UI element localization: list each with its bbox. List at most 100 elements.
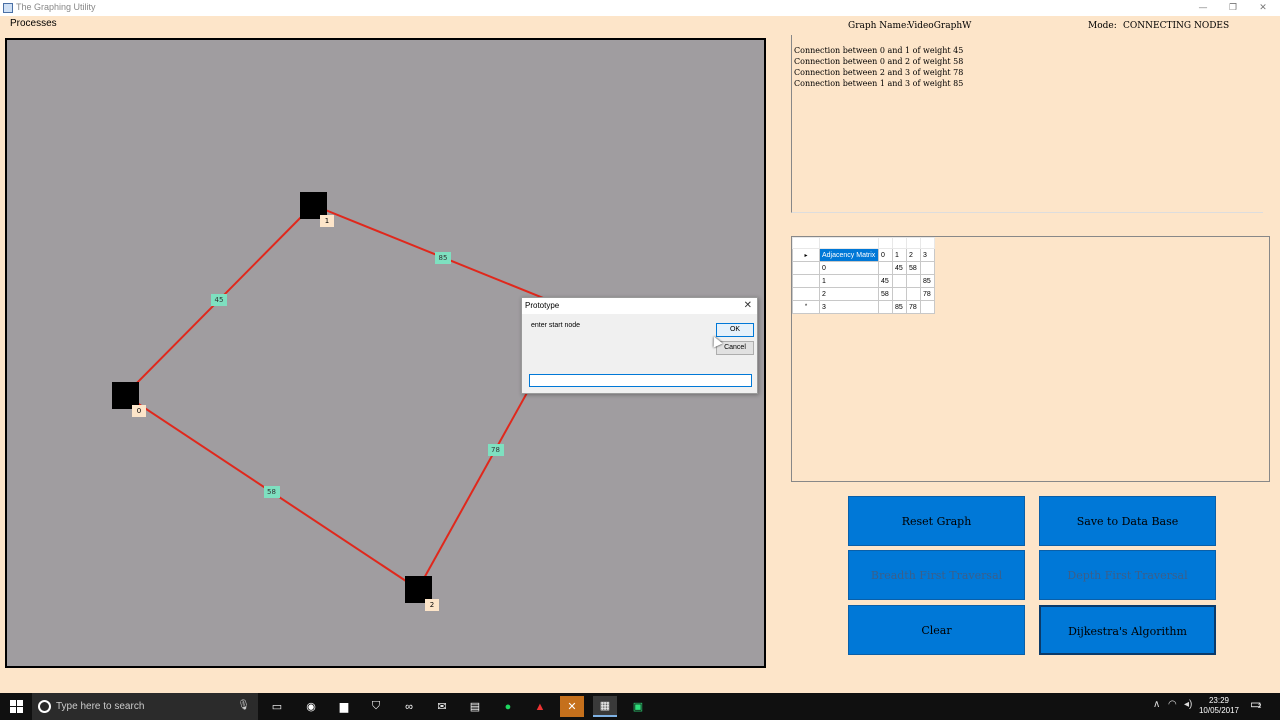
chrome-icon[interactable]: ◉ xyxy=(299,696,323,717)
close-icon[interactable]: ✕ xyxy=(1248,1,1278,15)
edge-weight-label: 85 xyxy=(435,251,451,264)
clock-date: 10/05/2017 xyxy=(1198,706,1240,715)
visual-studio-icon[interactable]: ✕ xyxy=(560,696,584,717)
matrix-header-cell[interactable]: 1 xyxy=(892,248,907,262)
ok-button[interactable]: OK xyxy=(716,323,754,337)
breadth-first-traversal-button[interactable]: Breadth First Traversal xyxy=(848,550,1025,600)
matrix-cell[interactable]: 78 xyxy=(920,287,935,301)
matrix-header-cell[interactable]: 2 xyxy=(906,248,921,262)
graph-node[interactable]: 2 xyxy=(405,576,439,611)
task-view-icon[interactable]: ▭ xyxy=(265,696,289,717)
dialog-close-icon[interactable]: ✕ xyxy=(744,300,752,311)
search-placeholder: Type here to search xyxy=(56,701,145,712)
grid-top-row xyxy=(792,237,935,249)
volume-icon[interactable]: ◂) xyxy=(1184,699,1192,710)
matrix-cell[interactable] xyxy=(892,287,907,301)
matrix-row[interactable]: 2 58 78 xyxy=(792,287,935,301)
matrix-cell[interactable] xyxy=(920,261,935,275)
matrix-cell[interactable]: 2 xyxy=(819,287,879,301)
graph-name-value: VideoGraphW xyxy=(908,21,972,31)
start-node-input[interactable] xyxy=(529,374,752,387)
matrix-header-row[interactable]: ▸ Adjacency Matrix 0 1 2 3 xyxy=(792,248,935,262)
window-title: The Graphing Utility xyxy=(16,2,96,12)
spotify-icon[interactable]: ● xyxy=(496,696,520,717)
acrobat-icon[interactable]: ▲ xyxy=(528,696,552,717)
wifi-icon[interactable]: ◠ xyxy=(1168,699,1177,710)
start-node-dialog[interactable]: Prototype ✕ enter start node OK Cancel xyxy=(521,297,758,394)
log-line: Connection between 0 and 1 of weight 45 xyxy=(794,46,964,55)
matrix-cell[interactable] xyxy=(920,300,935,314)
matrix-cell[interactable] xyxy=(892,274,907,288)
dialog-title: Prototype xyxy=(522,298,757,314)
node-label: 0 xyxy=(132,405,146,417)
dialog-prompt: enter start node xyxy=(531,322,581,329)
minimize-icon[interactable]: — xyxy=(1188,1,1218,15)
edge-weight-label: 78 xyxy=(487,443,504,456)
current-row-marker: ▸ xyxy=(792,248,820,262)
start-button[interactable] xyxy=(0,693,32,720)
log-line: Connection between 1 and 3 of weight 85 xyxy=(794,79,964,88)
mode-label: Mode: xyxy=(1088,21,1117,31)
mail-icon[interactable]: ✉ xyxy=(430,696,454,717)
edge-weight-label: 45 xyxy=(211,294,227,306)
new-row-marker: * xyxy=(792,300,820,314)
graph-node[interactable]: 0 xyxy=(112,382,146,417)
link-app-icon[interactable]: ∞ xyxy=(397,696,421,717)
matrix-cell[interactable] xyxy=(906,274,921,288)
clear-button[interactable]: Clear xyxy=(848,605,1025,655)
matrix-row[interactable]: * 3 85 78 xyxy=(792,300,935,314)
matrix-cell[interactable]: 85 xyxy=(892,300,907,314)
taskbar: Type here to search 🎙 ▭ ◉ ▆ ⛉ ∞ ✉ ▤ ● ▲ … xyxy=(0,693,1280,720)
matrix-cell[interactable] xyxy=(878,261,893,275)
mode-value: CONNECTING NODES xyxy=(1123,21,1230,31)
restore-icon[interactable]: ❐ xyxy=(1218,1,1248,15)
matrix-cell[interactable]: 85 xyxy=(920,274,935,288)
notification-icon[interactable]: ▭ 2 xyxy=(1250,697,1261,711)
matrix-cell[interactable]: 78 xyxy=(906,300,921,314)
clock-time: 23:29 xyxy=(1208,696,1230,705)
matrix-cell[interactable]: 45 xyxy=(878,274,893,288)
log-line: Connection between 0 and 2 of weight 58 xyxy=(794,57,964,66)
app-icon xyxy=(3,3,13,13)
adjacency-matrix-grid[interactable]: ▸ Adjacency Matrix 0 1 2 3 0 45 58 1 45 … xyxy=(791,236,1270,482)
matrix-cell[interactable]: 58 xyxy=(878,287,893,301)
matrix-cell[interactable] xyxy=(906,287,921,301)
reset-graph-button[interactable]: Reset Graph xyxy=(848,496,1025,546)
node-label: 2 xyxy=(425,599,439,611)
windows-logo-icon xyxy=(9,700,23,713)
connection-log[interactable]: Connection between 0 and 1 of weight 45 … xyxy=(791,35,1263,213)
sticky-notes-icon[interactable]: ▤ xyxy=(463,696,487,717)
menu-processes[interactable]: Processes xyxy=(10,18,57,29)
matrix-cell[interactable]: 3 xyxy=(819,300,879,314)
depth-first-traversal-button[interactable]: Depth First Traversal xyxy=(1039,550,1216,600)
matrix-cell[interactable]: 58 xyxy=(906,261,921,275)
file-explorer-icon[interactable]: ▆ xyxy=(332,696,356,717)
clock[interactable]: 23:29 10/05/2017 xyxy=(1198,696,1240,716)
matrix-row[interactable]: 0 45 58 xyxy=(792,261,935,275)
matrix-cell[interactable] xyxy=(878,300,893,314)
store-icon[interactable]: ⛉ xyxy=(364,696,388,717)
notification-count: 2 xyxy=(1258,704,1262,710)
tray-chevron-icon[interactable]: ∧ xyxy=(1153,699,1160,710)
matrix-table[interactable]: ▸ Adjacency Matrix 0 1 2 3 0 45 58 1 45 … xyxy=(792,237,935,314)
dijkstra-button[interactable]: Dijkestra's Algorithm xyxy=(1039,605,1216,655)
captivate-icon[interactable]: ▣ xyxy=(626,696,650,717)
matrix-header-cell[interactable]: 0 xyxy=(878,248,893,262)
matrix-header-cell[interactable]: 3 xyxy=(920,248,935,262)
taskbar-search[interactable]: Type here to search 🎙 xyxy=(32,693,258,720)
matrix-cell[interactable]: 45 xyxy=(892,261,907,275)
log-line: Connection between 2 and 3 of weight 78 xyxy=(794,68,964,77)
microphone-icon[interactable]: 🎙 xyxy=(237,700,250,711)
graph-node[interactable]: 1 xyxy=(300,192,334,227)
matrix-row[interactable]: 1 45 85 xyxy=(792,274,935,288)
title-bar: The Graphing Utility — ❐ ✕ xyxy=(0,0,1280,16)
cortana-icon xyxy=(38,700,51,713)
matrix-cell[interactable]: 1 xyxy=(819,274,879,288)
edge-weight-label: 58 xyxy=(263,486,280,498)
save-to-database-button[interactable]: Save to Data Base xyxy=(1039,496,1216,546)
matrix-cell[interactable]: 0 xyxy=(819,261,879,275)
graph-name-label: Graph Name: xyxy=(848,21,910,31)
node-label: 1 xyxy=(320,215,334,227)
graphing-utility-taskbar-icon[interactable]: ▦ xyxy=(593,696,617,717)
matrix-header-cell[interactable]: Adjacency Matrix xyxy=(819,248,879,262)
